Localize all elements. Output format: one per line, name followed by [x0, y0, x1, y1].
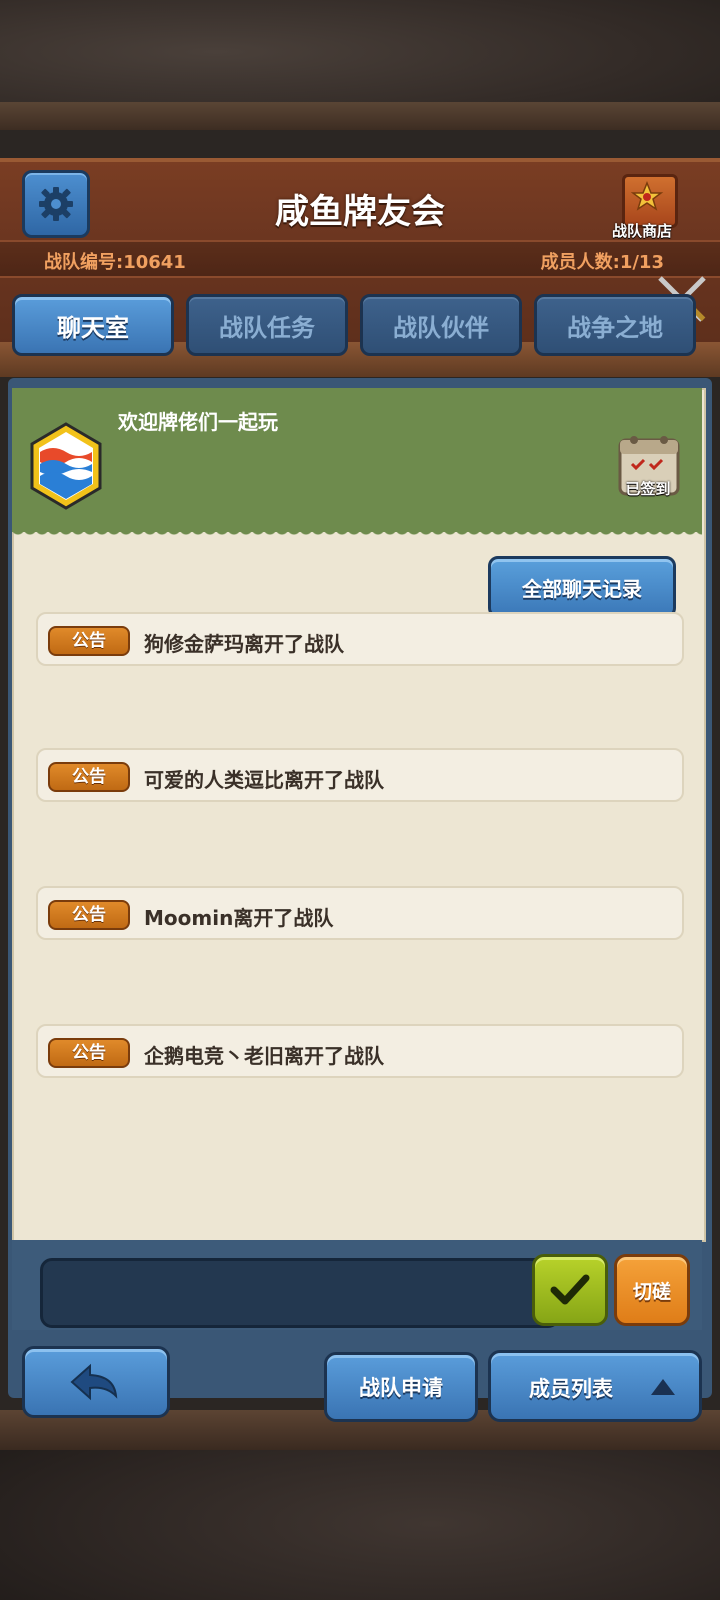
chat-input[interactable]: [40, 1258, 560, 1328]
member-list-button[interactable]: 成员列表: [488, 1350, 702, 1422]
list-item: 公告 Moomin离开了战队: [36, 886, 684, 940]
back-button[interactable]: [22, 1346, 170, 1418]
tab-war-zone[interactable]: 战争之地: [534, 294, 696, 356]
message-text: Moomin离开了战队: [144, 906, 334, 930]
team-title: 咸鱼牌友会: [275, 192, 445, 232]
shop-label: 战队商店: [611, 222, 672, 240]
tab-bar: 聊天室 战队任务 战队伙伴 战争之地: [12, 294, 712, 360]
member-count: 成员人数:1/13: [540, 252, 664, 273]
tab-chat-room[interactable]: 聊天室: [12, 294, 174, 356]
team-welcome-text: 欢迎牌佬们一起玩: [118, 410, 278, 434]
send-button[interactable]: [532, 1254, 608, 1326]
all-chat-history-button[interactable]: 全部聊天记录: [488, 556, 676, 618]
settings-button[interactable]: [22, 170, 90, 238]
triangle-up-icon: [651, 1379, 675, 1395]
top-background: [0, 0, 720, 130]
list-item: 公告 狗修金萨玛离开了战队: [36, 612, 684, 666]
tab-team-tasks[interactable]: 战队任务: [186, 294, 348, 356]
checkin-label: 已签到: [625, 480, 671, 498]
announcement-badge: 公告: [48, 626, 130, 656]
spar-button[interactable]: 切磋: [614, 1254, 690, 1326]
message-text: 企鹅电竞丶老旧离开了战队: [144, 1044, 384, 1068]
list-item: 公告 可爱的人类逗比离开了战队: [36, 748, 684, 802]
gear-icon: [39, 187, 73, 221]
announcement-badge: 公告: [48, 900, 130, 930]
message-text: 可爱的人类逗比离开了战队: [144, 768, 384, 792]
team-emblem: [30, 422, 102, 510]
checkmark-icon: [550, 1274, 590, 1305]
team-shop-button[interactable]: 战队商店: [602, 162, 682, 240]
member-list-label: 成员列表: [529, 1377, 613, 1401]
bottom-background: [0, 1410, 720, 1600]
team-id: 战队编号:10641: [44, 252, 186, 273]
announcement-badge: 公告: [48, 762, 130, 792]
announcement-badge: 公告: [48, 1038, 130, 1068]
back-arrow-icon: [70, 1363, 118, 1401]
team-apply-button[interactable]: 战队申请: [324, 1352, 478, 1422]
team-banner: [12, 388, 702, 540]
message-text: 狗修金萨玛离开了战队: [144, 632, 344, 656]
list-item: 公告 企鹅电竞丶老旧离开了战队: [36, 1024, 684, 1078]
tab-team-partners[interactable]: 战队伙伴: [360, 294, 522, 356]
